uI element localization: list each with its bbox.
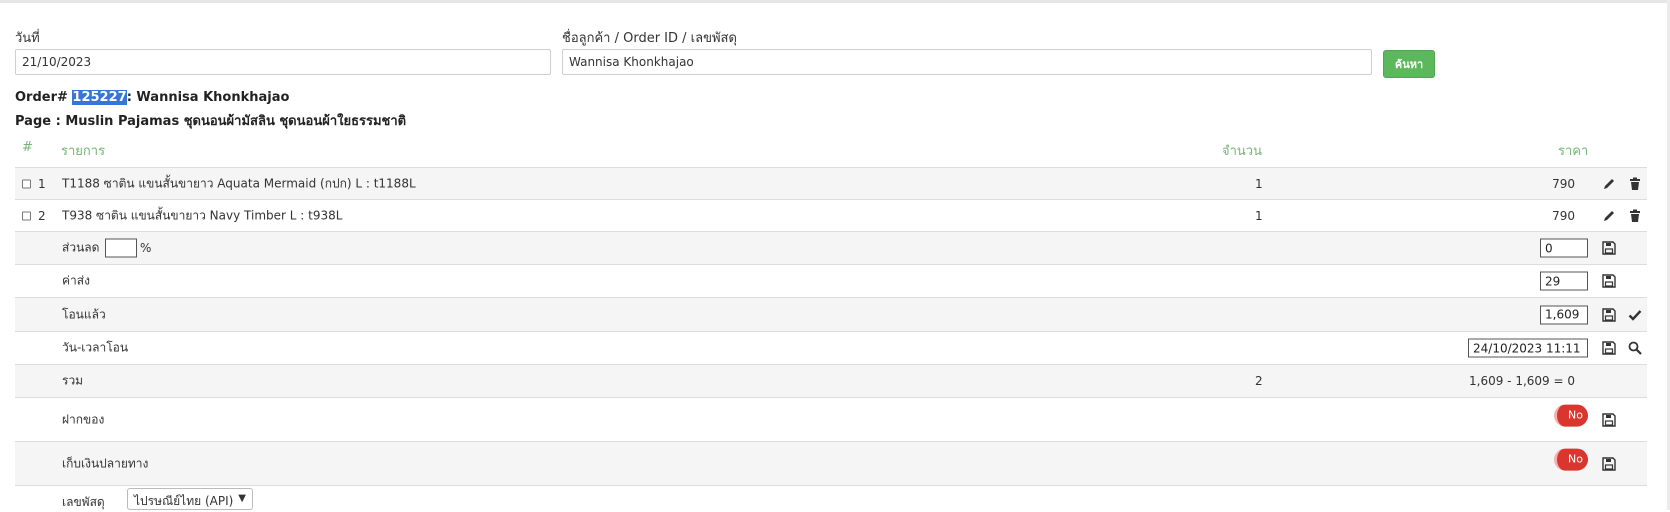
header-price: ราคา [1558,144,1589,159]
floppy-disk-icon[interactable] [1602,412,1616,427]
tracking-label: เลขพัสดุ [62,495,105,509]
header-qty: จำนวน [1222,144,1262,159]
total-label: รวม [62,373,84,388]
carrier-select[interactable]: ไปรษณีย์ไทย (API) ▼ [127,488,253,510]
row-checkbox[interactable] [22,179,31,188]
discount-amount-input[interactable] [1540,238,1588,258]
table-row: 1 T1188 ซาติน แขนสั้นขายาว Aquata Mermai… [15,167,1647,199]
cod-row: เก็บเงินปลายทาง No [15,441,1647,485]
total-row: รวม 2 1,609 - 1,609 = 0 [15,364,1647,397]
row-qty: 1 [1255,176,1263,191]
transfer-time-row: วัน-เวลาโอน [15,331,1647,364]
floppy-disk-icon[interactable] [1602,274,1616,288]
row-checkbox[interactable] [22,211,31,220]
pencil-icon[interactable] [1602,177,1616,191]
chevron-down-icon: ▼ [238,493,246,504]
tracking-row: เลขพัสดุ ไปรษณีย์ไทย (API) ▼ [15,485,1647,510]
row-price: 790 [1552,208,1575,223]
deposit-label: ฝากของ [62,412,105,426]
total-qty: 2 [1255,374,1263,388]
cod-toggle-text: No [1568,452,1583,466]
shipping-amount-input[interactable] [1540,271,1588,291]
floppy-disk-icon[interactable] [1602,341,1616,355]
search-input[interactable] [562,49,1372,75]
top-border [0,0,1670,3]
discount-percent-input[interactable] [105,238,137,258]
cod-label: เก็บเงินปลายทาง [62,456,149,470]
row-item-name: T1188 ซาติน แขนสั้นขายาว Aquata Mermaid … [62,176,416,190]
paid-label: โอนแล้ว [62,307,106,321]
floppy-disk-icon[interactable] [1602,456,1616,471]
row-price: 790 [1552,176,1575,191]
trash-icon[interactable] [1628,177,1642,191]
row-qty: 1 [1255,208,1263,223]
deposit-toggle-text: No [1568,408,1583,422]
paid-row: โอนแล้ว [15,297,1647,331]
order-prefix: Order# [15,90,73,105]
pencil-icon[interactable] [1602,209,1616,223]
discount-label: ส่วนลด [62,240,100,255]
search-button[interactable]: ค้นหา [1383,50,1435,78]
check-icon[interactable] [1628,308,1642,322]
order-title: Order# 125227: Wannisa Khonkhajao [15,90,289,105]
discount-row: ส่วนลด % [15,231,1647,264]
shipping-row: ค่าส่ง [15,264,1647,297]
header-num: # [22,140,33,155]
shipping-label: ค่าส่ง [62,273,90,288]
transfer-time-label: วัน-เวลาโอน [62,340,129,355]
percent-sign: % [140,241,152,255]
order-customer: : Wannisa Khonkhajao [126,90,290,105]
paid-amount-input[interactable] [1540,305,1588,324]
transfer-time-input[interactable] [1468,338,1588,358]
row-index: 2 [38,208,46,223]
header-item: รายการ [61,144,106,159]
date-label: วันที่ [15,31,40,46]
floppy-disk-icon[interactable] [1602,307,1616,322]
row-index: 1 [38,176,46,191]
order-page: Page : Muslin Pajamas ชุดนอนผ้ามัสลิน ชุ… [15,114,407,129]
query-label: ชื่อลูกค้า / Order ID / เลขพัสดุ [562,31,737,46]
row-item-name: T938 ซาติน แขนสั้นขายาว Navy Timber L : … [62,208,343,222]
magnifier-icon[interactable] [1628,341,1642,355]
floppy-disk-icon[interactable] [1602,241,1616,255]
table-row: 2 T938 ซาติน แขนสั้นขายาว Navy Timber L … [15,199,1647,231]
total-calc: 1,609 - 1,609 = 0 [1469,374,1575,388]
order-id: 125227 [72,90,127,105]
deposit-row: ฝากของ No [15,397,1647,441]
carrier-select-value: ไปรษณีย์ไทย (API) [134,494,234,508]
date-input[interactable] [15,49,551,75]
deposit-toggle[interactable]: No [1554,404,1588,427]
cod-toggle[interactable]: No [1554,448,1588,471]
trash-icon[interactable] [1628,209,1642,223]
